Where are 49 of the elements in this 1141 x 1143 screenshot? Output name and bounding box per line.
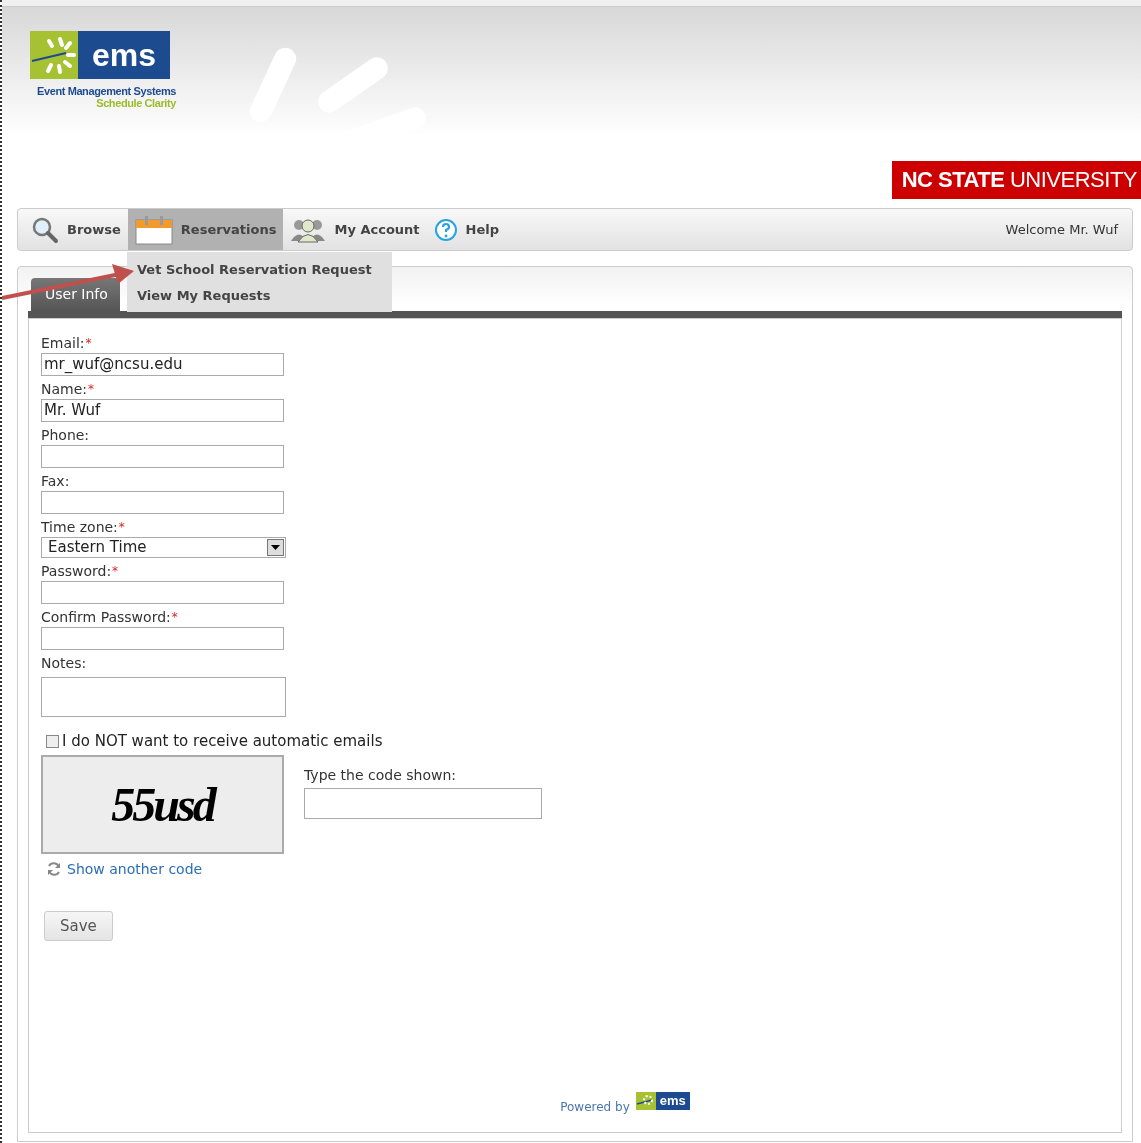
nav-item[interactable]: Reservations — [127, 209, 284, 250]
nav-item[interactable]: Help — [426, 209, 506, 250]
required-mark: * — [85, 336, 92, 350]
required-mark: * — [171, 610, 178, 624]
text-field[interactable]: mr_wuf@ncsu.edu — [41, 353, 284, 376]
field-label: Fax: — [41, 473, 70, 489]
calendar-icon — [134, 214, 173, 245]
field-label: Notes: — [41, 655, 87, 671]
nav-item[interactable]: Browse — [24, 209, 128, 250]
powered-by-text: Powered by — [560, 1100, 630, 1114]
logo-slogan: Schedule Clarity — [96, 97, 176, 109]
notes-field[interactable] — [41, 677, 286, 717]
checkbox-label: I do NOT want to receive automatic emails — [62, 732, 383, 750]
refresh-icon — [46, 861, 62, 877]
captcha-field[interactable] — [304, 788, 542, 819]
checkbox[interactable] — [46, 734, 59, 748]
logo-tagline: Event Management Systems — [37, 85, 176, 97]
field-label: Name: — [41, 381, 88, 397]
caret-icon — [271, 545, 280, 550]
save-button[interactable]: Save — [44, 911, 113, 941]
tab[interactable]: User Info — [31, 278, 120, 311]
captcha-image: 55usd — [41, 755, 284, 854]
welcome-text: Welcome Mr. Wuf — [1005, 222, 1120, 237]
timezone-select[interactable]: Eastern Time — [41, 537, 286, 558]
field-label: Confirm Password: — [41, 609, 171, 625]
people-icon — [290, 216, 327, 243]
field-label: Password: — [41, 563, 112, 579]
text-field[interactable]: Mr. Wuf — [41, 399, 284, 422]
required-mark: * — [88, 382, 95, 396]
password-field[interactable] — [41, 627, 284, 650]
nav-item[interactable]: My Account — [283, 209, 427, 250]
text-field[interactable] — [41, 445, 284, 468]
logo-wordmark: ems — [78, 31, 171, 79]
password-field[interactable] — [41, 581, 284, 604]
field-label: Time zone: — [41, 519, 118, 535]
university-badge: NC STATE UNIVERSITY — [891, 161, 1141, 199]
field-label: Phone: — [41, 427, 90, 443]
captcha-prompt: Type the code shown: — [304, 767, 458, 783]
show-another-code-link[interactable]: Show another code — [67, 861, 203, 877]
required-mark: * — [118, 520, 125, 534]
menu-item[interactable]: Vet School Reservation Request — [127, 256, 392, 282]
menu-item[interactable]: View My Requests — [127, 282, 392, 308]
sunburst-logo-icon — [30, 31, 78, 79]
required-mark: * — [112, 564, 119, 578]
footer-logo: ems — [635, 1092, 690, 1110]
help-icon — [433, 217, 458, 242]
magnifier-icon — [31, 215, 59, 244]
field-label: Email: — [41, 335, 85, 351]
text-field[interactable] — [41, 491, 284, 514]
